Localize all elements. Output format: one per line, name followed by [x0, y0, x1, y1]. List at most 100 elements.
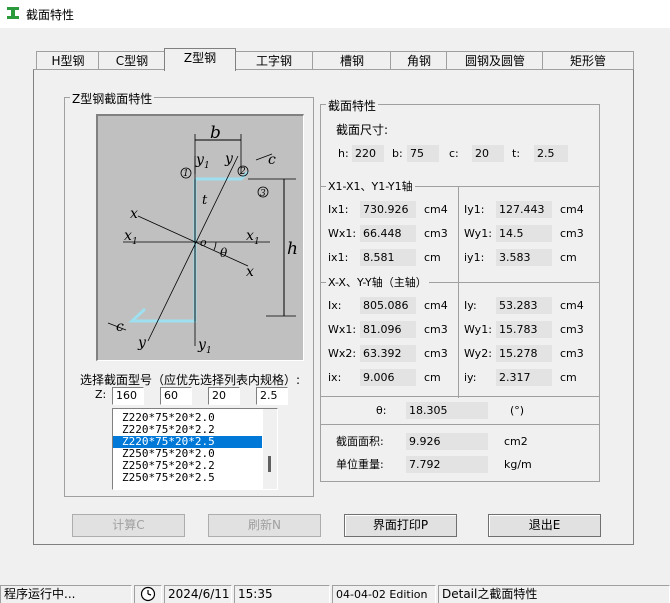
print-button[interactable]: 界面打印P: [344, 514, 457, 537]
theta-value: 18.305: [406, 402, 488, 419]
status-context: Detail之截面特性: [438, 585, 670, 603]
width-input[interactable]: 60: [160, 387, 192, 405]
dim-t-value: 2.5: [534, 145, 568, 162]
clock-icon: [140, 586, 156, 602]
weight-unit: kg/m: [504, 458, 532, 471]
weight-value: 7.792: [406, 456, 488, 473]
scroll-thumb[interactable]: [268, 456, 271, 472]
ix-radius-value: 9.006: [360, 369, 416, 386]
status-edition: 04-04-02 Edition: [332, 585, 436, 603]
ix1-label: Ix1:: [328, 203, 349, 216]
status-text: 程序运行中...: [0, 585, 132, 603]
dims-label: 截面尺寸:: [336, 123, 389, 137]
tab-c-steel[interactable]: C型钢: [98, 51, 166, 70]
tab-rect-tube[interactable]: 矩形管: [542, 51, 634, 70]
iy-radius-label: iy:: [464, 371, 477, 384]
label-t: t: [202, 193, 208, 208]
iy-radius-unit: cm: [560, 371, 577, 384]
section-list[interactable]: Z220*75*20*2.0 Z220*75*20*2.2 Z220*75*20…: [112, 408, 278, 490]
label-x1-left: x: [124, 228, 132, 244]
label-x1-right-sub: 1: [254, 237, 260, 247]
ix1-unit: cm4: [424, 203, 448, 216]
tab-i-beam[interactable]: 工字钢: [234, 51, 314, 70]
lip-input[interactable]: 20: [208, 387, 240, 405]
ix-unit: cm4: [424, 299, 448, 312]
label-h: h: [287, 239, 298, 259]
thickness-input[interactable]: 2.5: [256, 387, 288, 405]
iy1-radius-label: iy1:: [464, 251, 485, 264]
exit-button[interactable]: 退出E: [488, 514, 601, 537]
wx1-main-unit: cm3: [424, 323, 448, 336]
tab-h-steel[interactable]: H型钢: [36, 51, 100, 70]
tab-angle[interactable]: 角钢: [390, 51, 448, 70]
dim-h-label: h:: [338, 147, 349, 160]
wy2-unit: cm3: [560, 347, 584, 360]
label-x-left: x: [130, 206, 138, 222]
label-point-3: 3: [260, 189, 266, 199]
wy1-value: 14.5: [496, 225, 552, 242]
list-item[interactable]: Z250*75*20*2.5: [113, 472, 262, 484]
theta-label: θ:: [376, 404, 387, 417]
wx2-label: Wx2:: [328, 347, 357, 360]
calc-button[interactable]: 计算C: [72, 514, 185, 537]
label-y-bottom: y: [137, 335, 147, 351]
iy1-radius-value: 3.583: [496, 249, 552, 266]
iy-unit: cm4: [560, 299, 584, 312]
label-y1-top-sub: 1: [204, 161, 210, 171]
ix1-radius-unit: cm: [424, 251, 441, 264]
area-label: 截面面积:: [336, 435, 384, 448]
section-diagram: b y 1 y c 1 2 3 t x x 1 o θ x 1 x h c y …: [96, 114, 304, 361]
area-value: 9.926: [406, 433, 488, 450]
divider: [458, 186, 459, 398]
wx1-label: Wx1:: [328, 227, 357, 240]
iy1-unit: cm4: [560, 203, 584, 216]
tab-round-pipe[interactable]: 圆钢及圆管: [446, 51, 544, 70]
wy1-unit: cm3: [560, 227, 584, 240]
wx1-unit: cm3: [424, 227, 448, 240]
label-b: b: [210, 123, 221, 143]
refresh-button[interactable]: 刷新N: [208, 514, 321, 537]
wy1-main-value: 15.783: [496, 321, 552, 338]
label-theta: θ: [220, 246, 228, 260]
label-c-bottom: c: [116, 319, 124, 335]
status-date: 2024/6/11: [164, 585, 232, 603]
title-bar: [0, 0, 670, 28]
tab-channel[interactable]: 槽钢: [312, 51, 392, 70]
area-unit: cm2: [504, 435, 528, 448]
list-scrollbar[interactable]: [263, 409, 277, 489]
height-input[interactable]: 160: [112, 387, 144, 405]
ix1-value: 730.926: [360, 201, 416, 218]
wx1-value: 66.448: [360, 225, 416, 242]
ix-radius-unit: cm: [424, 371, 441, 384]
ix-label: Ix:: [328, 299, 342, 312]
divider: [321, 424, 599, 425]
wx2-unit: cm3: [424, 347, 448, 360]
app-icon: [7, 7, 19, 19]
left-group-title: Z型钢截面特性: [70, 90, 155, 107]
wy1-main-label: Wy1:: [464, 323, 492, 336]
axis2-title: X-X、Y-Y轴（主轴）: [326, 274, 429, 290]
dim-h-value: 220: [352, 145, 384, 162]
status-time: 15:35: [234, 585, 330, 603]
iy1-radius-unit: cm: [560, 251, 577, 264]
clock-cell: [134, 585, 162, 603]
iy1-label: Iy1:: [464, 203, 485, 216]
wy2-label: Wy2:: [464, 347, 492, 360]
wy2-value: 15.278: [496, 345, 552, 362]
label-origin: o: [200, 236, 207, 249]
label-point-2: 2: [239, 167, 246, 177]
dim-b-value: 75: [407, 145, 439, 162]
dim-t-label: t:: [512, 147, 521, 160]
label-x-right: x: [246, 264, 254, 280]
theta-unit: (°): [510, 404, 525, 417]
z-label: Z:: [95, 388, 107, 401]
ix1-radius-value: 8.581: [360, 249, 416, 266]
wy1-main-unit: cm3: [560, 323, 584, 336]
label-y-top: y: [224, 151, 234, 167]
ix-radius-label: ix:: [328, 371, 342, 384]
iy-radius-value: 2.317: [496, 369, 552, 386]
tab-z-steel[interactable]: Z型钢: [164, 48, 236, 71]
iy-label: Iy:: [464, 299, 477, 312]
dim-c-label: c:: [449, 147, 459, 160]
iy1-value: 127.443: [496, 201, 552, 218]
